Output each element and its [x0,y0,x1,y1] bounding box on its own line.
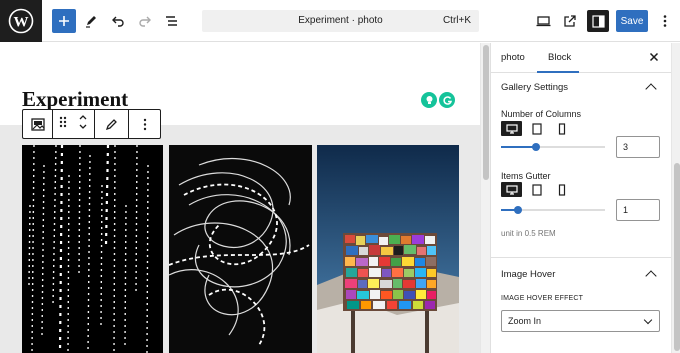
tablet-icon[interactable] [526,121,547,136]
move-up-down-icon[interactable] [78,112,88,137]
section-divider [491,257,671,258]
document-title: Experiment · photo [298,15,383,26]
sidebar-scrollbar[interactable] [671,43,680,353]
edit-pencil-icon[interactable] [95,110,129,138]
hover-effect-value: Zoom In [508,316,542,326]
grammarly-widget[interactable] [421,92,455,108]
active-tab-indicator [537,71,579,73]
redo-icon[interactable] [133,9,157,33]
sidebar-tabs: photo Block [491,43,680,73]
block-toolbar [22,109,161,139]
svg-text:W: W [14,15,29,31]
save-button[interactable]: Save [616,10,648,32]
columns-label: Number of Columns [501,109,582,119]
mobile-icon[interactable] [551,182,572,197]
gutter-number-input[interactable]: 1 [616,199,660,221]
shortcut-hint: Ctrl+K [442,15,471,26]
tools-pencil-icon[interactable] [79,9,103,33]
chevron-down-icon [643,315,653,325]
columns-device-switcher [501,121,572,136]
chevron-up-icon[interactable] [645,270,657,282]
drag-handle-icon[interactable] [59,115,67,133]
gallery-block-type-icon[interactable] [23,110,53,138]
hover-effect-label: IMAGE HOVER EFFECT [501,295,584,302]
gallery-image-sticker-board[interactable] [317,145,459,353]
editor-top-bar: W Experiment · photo Ctrl+K Save [0,0,680,42]
settings-sidebar-toggle[interactable] [587,10,609,32]
tab-block[interactable]: Block [548,52,571,63]
block-options-icon[interactable] [129,110,160,138]
document-overview-icon[interactable] [160,9,184,33]
view-external-icon[interactable] [558,9,582,33]
tab-photo[interactable]: photo [501,52,525,63]
columns-slider[interactable] [501,141,605,153]
grammarly-icon[interactable] [439,92,455,108]
undo-icon[interactable] [106,9,130,33]
unit-hint: unit in 0.5 REM [501,229,556,238]
editor-canvas: Experiment [0,43,490,353]
desktop-icon[interactable] [501,121,522,136]
gutter-device-switcher [501,182,572,197]
gallery-image-light-swirls[interactable] [169,145,312,353]
gutter-label: Items Gutter [501,171,551,181]
gallery-image-light-streaks[interactable] [22,145,163,353]
columns-number-input[interactable]: 3 [616,136,660,158]
hover-effect-select[interactable]: Zoom In [501,310,660,332]
gutter-slider[interactable] [501,204,605,216]
add-block-button[interactable] [52,9,76,33]
chevron-up-icon[interactable] [645,83,657,95]
desktop-icon[interactable] [501,182,522,197]
settings-sidebar: photo Block Gallery Settings Number of C… [490,43,680,353]
canvas-scrollbar[interactable] [480,43,490,353]
command-palette-bar[interactable]: Experiment · photo Ctrl+K [202,10,479,32]
preview-desktop-icon[interactable] [531,9,555,33]
gallery-settings-heading[interactable]: Gallery Settings [501,82,568,93]
tablet-icon[interactable] [526,182,547,197]
mobile-icon[interactable] [551,121,572,136]
wordpress-logo-icon[interactable]: W [0,0,42,42]
bulb-icon[interactable] [421,92,437,108]
image-hover-heading[interactable]: Image Hover [501,269,555,280]
options-menu-icon[interactable] [653,9,677,33]
close-icon[interactable] [649,50,659,65]
block-mover [53,110,95,138]
